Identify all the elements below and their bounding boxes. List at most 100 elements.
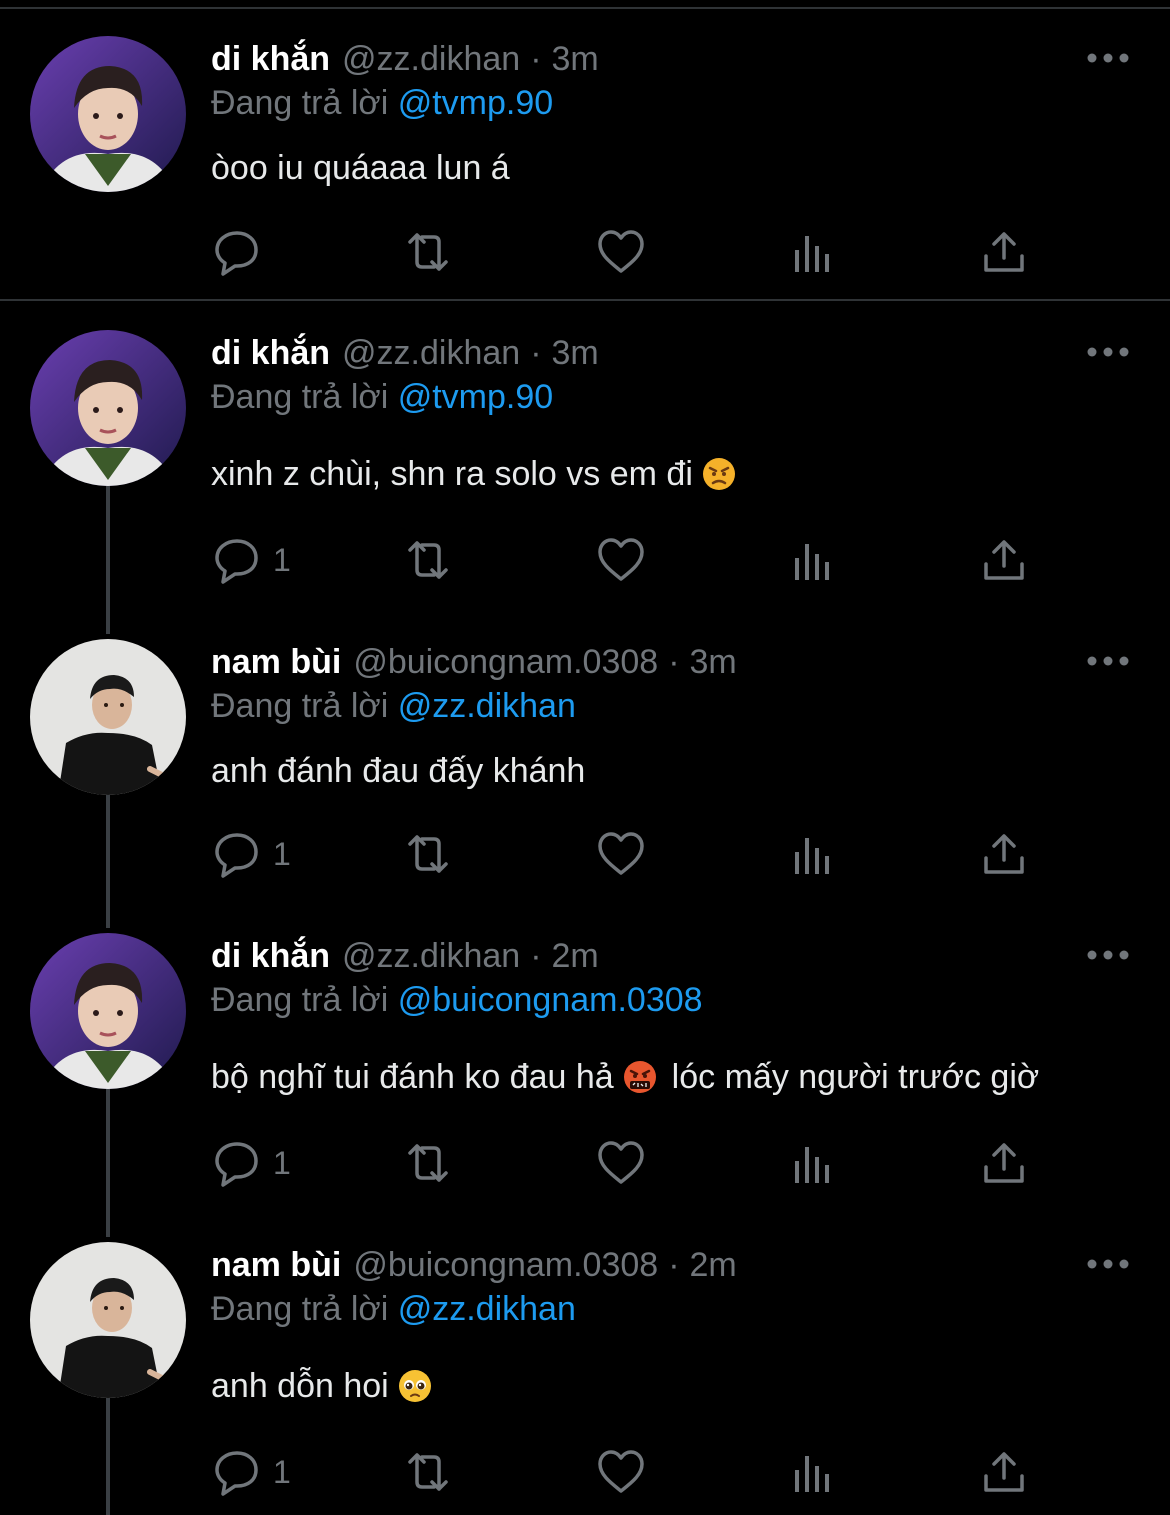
tweet[interactable]: nam bùi @buicongnam.0308 · 2m Đang trả l… — [0, 1242, 1170, 1512]
share-button[interactable] — [980, 1442, 1028, 1502]
retweet-button[interactable] — [404, 1442, 452, 1502]
share-button[interactable] — [980, 530, 1028, 590]
action-bar: 1 — [0, 824, 1170, 884]
tweet-text-continuation: lóc mấy người trước giờ — [671, 1057, 1040, 1096]
reply-button[interactable] — [213, 222, 273, 282]
like-button[interactable] — [597, 530, 645, 590]
avatar-dikhan — [30, 36, 186, 192]
display-name[interactable]: nam bùi — [211, 643, 341, 682]
mention-link[interactable]: @buicongnam.0308 — [398, 981, 703, 1019]
timestamp[interactable]: 3m — [552, 40, 599, 79]
views-button[interactable] — [789, 824, 837, 884]
like-button[interactable] — [597, 824, 645, 884]
retweet-button[interactable] — [404, 530, 452, 590]
more-options-button[interactable] — [1086, 947, 1130, 963]
like-button[interactable] — [597, 1133, 645, 1193]
retweet-icon — [408, 835, 448, 873]
display-name[interactable]: nam bùi — [211, 1246, 341, 1285]
tweet-text-content: bộ nghĩ tui đánh ko đau hả — [211, 1057, 614, 1096]
tweet[interactable]: nam bùi @buicongnam.0308 · 3m Đang trả l… — [0, 639, 1170, 909]
username[interactable]: @zz.dikhan — [342, 40, 520, 79]
username[interactable]: @zz.dikhan — [342, 937, 520, 976]
share-icon — [984, 232, 1024, 272]
angry-face-emoji — [701, 456, 737, 492]
reply-count: 1 — [273, 1144, 291, 1181]
avatar[interactable] — [30, 933, 186, 1089]
tweet-header: di khắn @zz.dikhan · 2m — [211, 933, 599, 979]
heart-icon — [598, 832, 644, 875]
views-button[interactable] — [789, 1133, 837, 1193]
replying-to: Đang trả lời @tvmp.90 — [211, 84, 553, 123]
tweet[interactable]: di khắn @zz.dikhan · 3m Đang trả lời @tv… — [0, 36, 1170, 286]
action-bar: 1 — [0, 1133, 1170, 1193]
timestamp[interactable]: 3m — [690, 643, 737, 682]
mention-link[interactable]: @zz.dikhan — [398, 1290, 576, 1328]
tweet[interactable]: di khắn @zz.dikhan · 3m Đang trả lời @tv… — [0, 330, 1170, 600]
reply-icon — [215, 231, 258, 276]
tweet-text-content: anh dỗn hoi — [211, 1366, 389, 1405]
separator-dot: · — [668, 642, 680, 681]
mention-link[interactable]: @zz.dikhan — [398, 687, 576, 725]
share-button[interactable] — [980, 222, 1028, 282]
views-button[interactable] — [789, 1442, 837, 1502]
tweet-text: òoo iu quáaaa lun á — [211, 146, 510, 190]
retweet-button[interactable] — [404, 1133, 452, 1193]
like-button[interactable] — [597, 222, 645, 282]
avatar[interactable] — [30, 1242, 186, 1398]
reply-button[interactable]: 1 — [213, 1442, 291, 1502]
share-button[interactable] — [980, 1133, 1028, 1193]
analytics-icon — [795, 838, 829, 874]
more-options-button[interactable] — [1086, 344, 1130, 360]
retweet-icon — [408, 233, 448, 271]
avatar[interactable] — [30, 639, 186, 795]
action-bar: 1 — [0, 1442, 1170, 1502]
separator-dot: · — [530, 333, 542, 372]
reply-icon — [215, 1142, 258, 1187]
separator-dot: · — [530, 936, 542, 975]
retweet-button[interactable] — [404, 222, 452, 282]
timestamp[interactable]: 3m — [552, 334, 599, 373]
share-icon — [984, 1452, 1024, 1492]
username[interactable]: @zz.dikhan — [342, 334, 520, 373]
mention-link[interactable]: @tvmp.90 — [398, 84, 553, 122]
tweet-header: di khắn @zz.dikhan · 3m — [211, 330, 599, 376]
username[interactable]: @buicongnam.0308 — [353, 643, 658, 682]
tweet-text: anh dỗn hoi — [211, 1364, 441, 1408]
replying-to-label: Đang trả lời — [211, 1290, 389, 1328]
pleading-face-emoji — [397, 1368, 433, 1404]
timestamp[interactable]: 2m — [552, 937, 599, 976]
share-icon — [984, 834, 1024, 874]
replying-to-label: Đang trả lời — [211, 84, 389, 122]
timestamp[interactable]: 2m — [690, 1246, 737, 1285]
tweet[interactable]: di khắn @zz.dikhan · 2m Đang trả lời @bu… — [0, 933, 1170, 1203]
more-options-button[interactable] — [1086, 50, 1130, 66]
retweet-icon — [408, 1453, 448, 1491]
display-name[interactable]: di khắn — [211, 334, 330, 373]
tweet-text: anh đánh đau đấy khánh — [211, 749, 585, 793]
face-with-symbols-emoji — [622, 1059, 658, 1095]
thread-feed: di khắn @zz.dikhan · 3m Đang trả lời @tv… — [0, 0, 1170, 1515]
tweet-text-content: òoo iu quáaaa lun á — [211, 148, 510, 187]
reply-button[interactable]: 1 — [213, 824, 291, 884]
tweet-divider — [0, 299, 1170, 301]
display-name[interactable]: di khắn — [211, 40, 330, 79]
separator-dot: · — [530, 39, 542, 78]
retweet-button[interactable] — [404, 824, 452, 884]
more-options-button[interactable] — [1086, 1256, 1130, 1272]
avatar[interactable] — [30, 330, 186, 486]
views-button[interactable] — [789, 530, 837, 590]
display-name[interactable]: di khắn — [211, 937, 330, 976]
views-button[interactable] — [789, 222, 837, 282]
username[interactable]: @buicongnam.0308 — [353, 1246, 658, 1285]
like-button[interactable] — [597, 1442, 645, 1502]
avatar[interactable] — [30, 36, 186, 192]
share-button[interactable] — [980, 824, 1028, 884]
reply-button[interactable]: 1 — [213, 530, 291, 590]
replying-to-label: Đang trả lời — [211, 687, 389, 725]
reply-count: 1 — [273, 835, 291, 872]
reply-button[interactable]: 1 — [213, 1133, 291, 1193]
mention-link[interactable]: @tvmp.90 — [398, 378, 553, 416]
heart-icon — [598, 1450, 644, 1493]
more-options-button[interactable] — [1086, 653, 1130, 669]
retweet-icon — [408, 1144, 448, 1182]
